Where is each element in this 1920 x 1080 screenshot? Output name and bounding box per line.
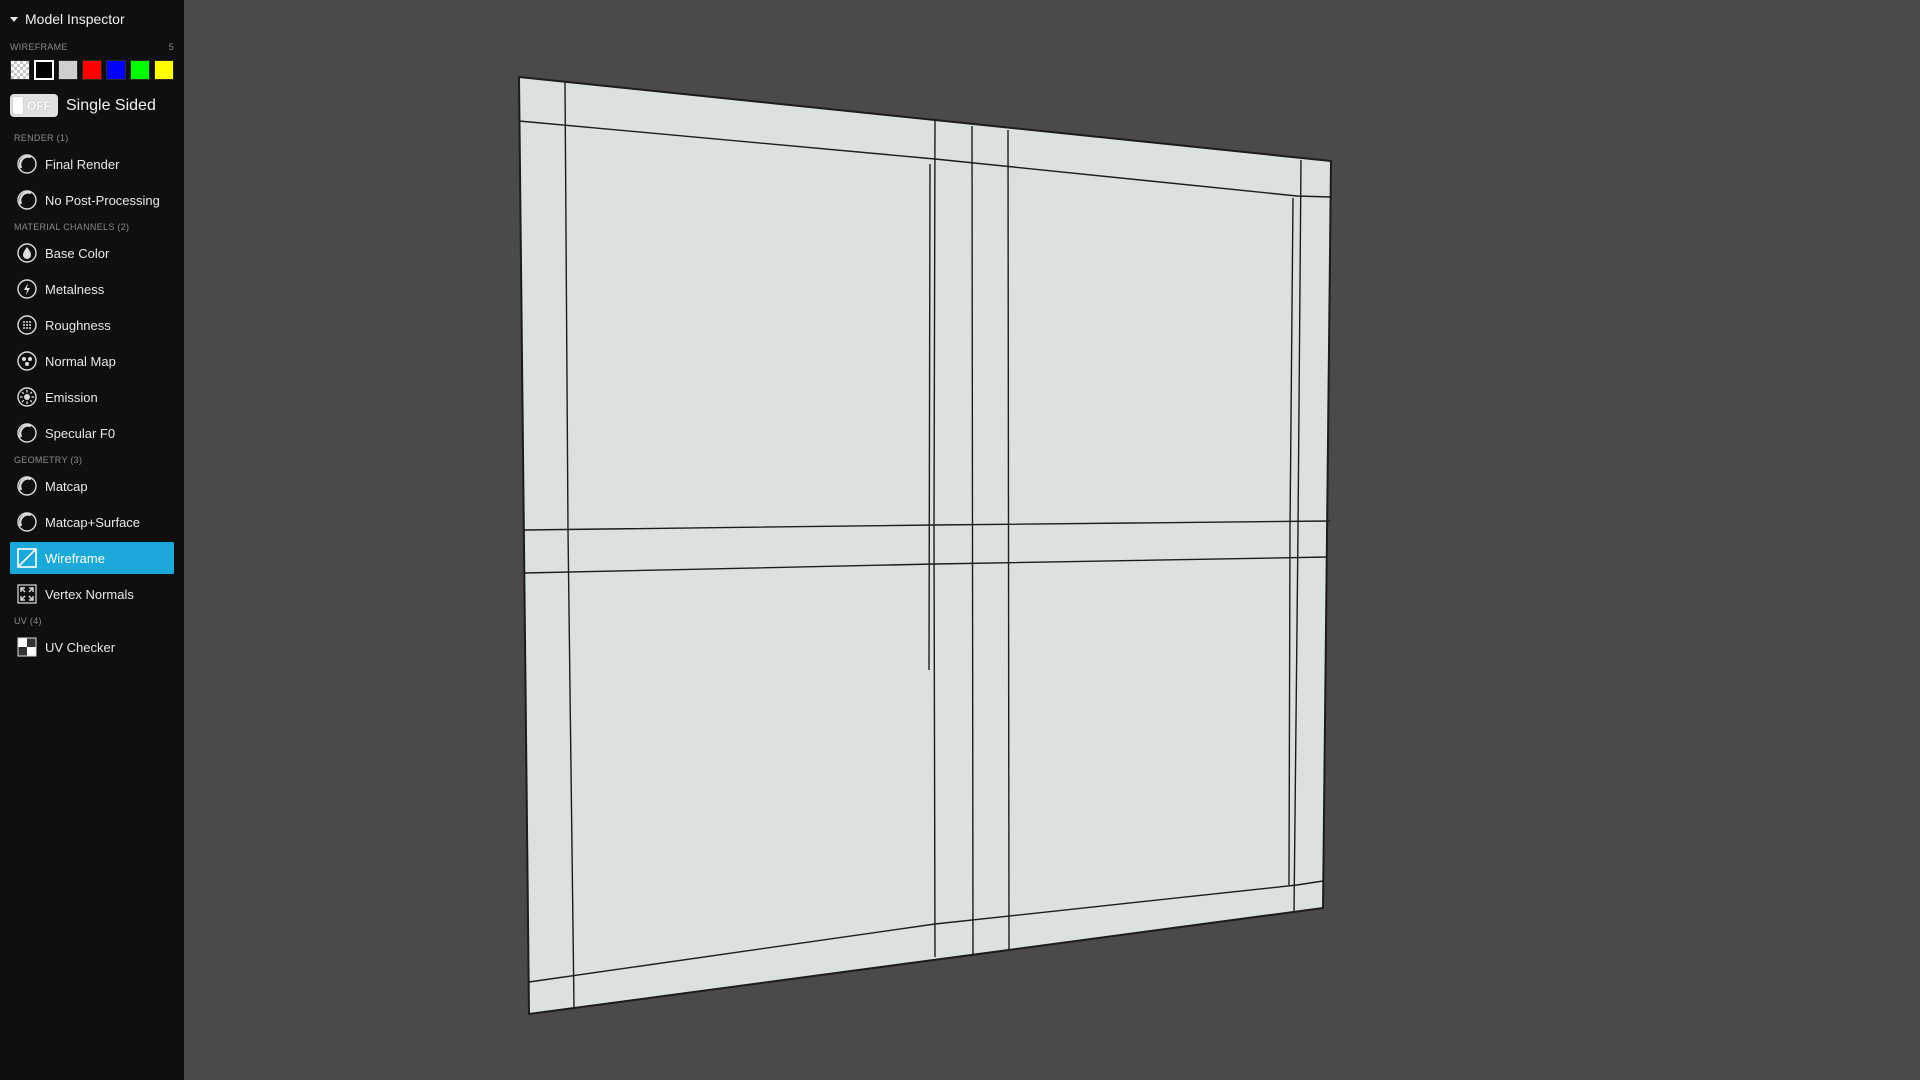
wireframe-subheader: WIREFRAME 5: [10, 42, 174, 52]
render-mode-label: Matcap: [45, 478, 88, 494]
section-title: MATERIAL CHANNELS (2): [14, 222, 130, 232]
render-mode-no-post-processing[interactable]: No Post-Processing: [10, 184, 174, 216]
render-mode-label: Metalness: [45, 281, 105, 297]
render-mode-label: UV Checker: [45, 639, 116, 655]
section-title: UV (4): [14, 616, 42, 626]
section-title: GEOMETRY (3): [14, 455, 83, 465]
swatch-checker[interactable]: [10, 60, 30, 80]
render-mode-list: RENDER (1) Final Render No Post-Processing…: [10, 133, 174, 663]
render-mode-matcap-surface[interactable]: Matcap+Surface: [10, 506, 174, 538]
panel-title: Model Inspector: [25, 11, 125, 27]
swatch-red[interactable]: [82, 60, 102, 80]
render-mode-vertex-normals[interactable]: Vertex Normals: [10, 578, 174, 610]
swatch-black[interactable]: [34, 60, 54, 80]
swatch-green[interactable]: [130, 60, 150, 80]
panel-header[interactable]: Model Inspector: [10, 10, 174, 28]
sun-icon: [16, 386, 38, 408]
arrows-icon: [16, 583, 38, 605]
wireframe-color-swatches: [10, 60, 174, 80]
sphere-icon: [16, 511, 38, 533]
render-mode-final-render[interactable]: Final Render: [10, 148, 174, 180]
wireframe-label: WIREFRAME: [10, 42, 68, 52]
wireframe-count: 5: [168, 42, 174, 52]
render-mode-label: Normal Map: [45, 353, 116, 369]
toggle-knob: [13, 97, 23, 114]
render-mode-label: Final Render: [45, 156, 120, 172]
render-mode-label: Roughness: [45, 317, 111, 333]
sphere-icon: [16, 422, 38, 444]
3d-viewport[interactable]: [184, 0, 1920, 1080]
toggle-state: OFF: [27, 98, 51, 113]
render-mode-normal-map[interactable]: Normal Map: [10, 345, 174, 377]
model-inspector-panel: Model Inspector WIREFRAME 5 OFF Single S…: [0, 0, 184, 1080]
dotted-sphere-icon: [16, 314, 38, 336]
render-mode-specular-f0[interactable]: Specular F0: [10, 417, 174, 449]
render-mode-base-color[interactable]: Base Color: [10, 237, 174, 269]
mesh-plane: [517, 75, 1333, 1016]
swatch-yellow[interactable]: [154, 60, 174, 80]
sphere-icon: [16, 475, 38, 497]
checker-icon: [16, 636, 38, 658]
render-mode-wireframe[interactable]: Wireframe: [10, 542, 174, 574]
render-mode-label: Base Color: [45, 245, 110, 261]
single-sided-row: OFF Single Sided: [10, 94, 174, 117]
render-mode-emission[interactable]: Emission: [10, 381, 174, 413]
single-sided-toggle[interactable]: OFF: [10, 94, 58, 117]
render-mode-label: No Post-Processing: [45, 192, 160, 208]
normal-sphere-icon: [16, 350, 38, 372]
single-sided-label: Single Sided: [66, 96, 156, 114]
caret-down-icon[interactable]: [10, 16, 18, 22]
render-mode-matcap[interactable]: Matcap: [10, 470, 174, 502]
sphere-icon: [16, 153, 38, 175]
section-title: RENDER (1): [14, 133, 69, 143]
swatch-blue[interactable]: [106, 60, 126, 80]
render-mode-label: Specular F0: [45, 425, 116, 441]
sphere-icon: [16, 189, 38, 211]
swatch-light-gray[interactable]: [58, 60, 78, 80]
lightning-icon: [16, 278, 38, 300]
render-mode-label: Wireframe: [45, 550, 105, 566]
render-mode-label: Matcap+Surface: [45, 514, 141, 530]
render-mode-roughness[interactable]: Roughness: [10, 309, 174, 341]
wireframe-icon: [16, 547, 38, 569]
mesh-render[interactable]: [184, 0, 1920, 1080]
droplet-icon: [16, 242, 38, 264]
render-mode-metalness[interactable]: Metalness: [10, 273, 174, 305]
render-mode-uv-checker[interactable]: UV Checker: [10, 631, 174, 663]
render-mode-label: Emission: [45, 389, 98, 405]
render-mode-label: Vertex Normals: [45, 586, 134, 602]
